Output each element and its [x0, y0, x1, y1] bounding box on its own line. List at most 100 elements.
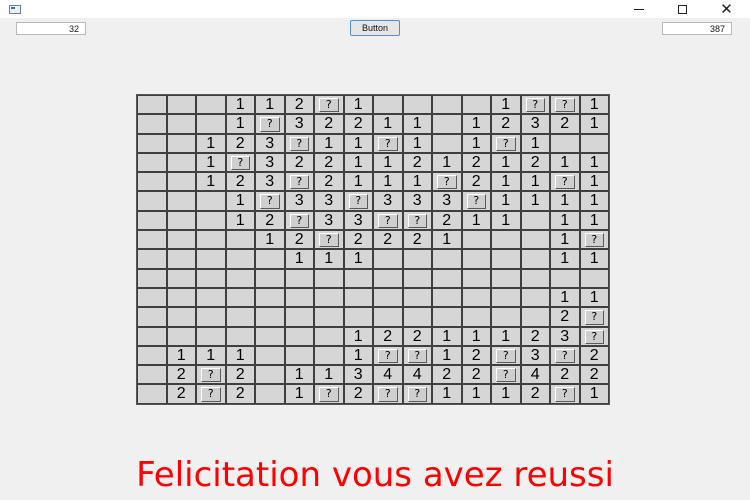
empty-cell[interactable]	[137, 268, 167, 288]
empty-cell[interactable]	[432, 307, 462, 327]
empty-cell[interactable]	[491, 287, 521, 308]
number-cell[interactable]: 1	[432, 345, 462, 366]
number-cell[interactable]: 2	[225, 384, 255, 404]
number-cell[interactable]: 1	[579, 114, 609, 134]
number-cell[interactable]: 1	[461, 210, 491, 231]
question-flag-cell[interactable]: ?	[461, 191, 491, 211]
empty-cell[interactable]	[137, 307, 167, 327]
number-cell[interactable]: 1	[491, 326, 521, 346]
empty-cell[interactable]	[373, 268, 403, 288]
empty-cell[interactable]	[284, 345, 314, 366]
number-cell[interactable]: 1	[284, 249, 314, 269]
empty-cell[interactable]	[166, 287, 196, 308]
number-cell[interactable]: 1	[550, 210, 580, 231]
number-cell[interactable]: 2	[166, 365, 196, 385]
question-flag-cell[interactable]: ?	[550, 95, 580, 115]
number-cell[interactable]: 1	[373, 172, 403, 192]
number-cell[interactable]: 1	[225, 191, 255, 211]
empty-cell[interactable]	[225, 249, 255, 269]
question-flag-cell[interactable]: ?	[196, 384, 226, 404]
number-cell[interactable]: 1	[432, 326, 462, 346]
number-cell[interactable]: 1	[579, 95, 609, 115]
number-cell[interactable]: 1	[550, 249, 580, 269]
empty-cell[interactable]	[373, 287, 403, 308]
empty-cell[interactable]	[432, 268, 462, 288]
number-cell[interactable]: 3	[255, 172, 285, 192]
number-cell[interactable]: 2	[579, 345, 609, 366]
empty-cell[interactable]	[166, 191, 196, 211]
empty-cell[interactable]	[166, 210, 196, 231]
empty-cell[interactable]	[166, 172, 196, 192]
number-cell[interactable]: 2	[225, 133, 255, 153]
question-flag-cell[interactable]: ?	[314, 384, 344, 404]
number-cell[interactable]: 3	[373, 191, 403, 211]
number-cell[interactable]: 2	[402, 230, 432, 250]
empty-cell[interactable]	[461, 230, 491, 250]
number-cell[interactable]: 1	[491, 384, 521, 404]
empty-cell[interactable]	[255, 268, 285, 288]
empty-cell[interactable]	[137, 365, 167, 385]
number-cell[interactable]: 2	[402, 152, 432, 173]
empty-cell[interactable]	[579, 268, 609, 288]
number-cell[interactable]: 2	[550, 307, 580, 327]
question-flag-cell[interactable]: ?	[284, 210, 314, 231]
empty-cell[interactable]	[550, 133, 580, 153]
number-cell[interactable]: 3	[314, 210, 344, 231]
number-cell[interactable]: 1	[343, 345, 373, 366]
empty-cell[interactable]	[137, 249, 167, 269]
empty-cell[interactable]	[225, 287, 255, 308]
number-cell[interactable]: 2	[343, 384, 373, 404]
empty-cell[interactable]	[432, 133, 462, 153]
number-cell[interactable]: 2	[550, 365, 580, 385]
number-cell[interactable]: 3	[550, 326, 580, 346]
number-cell[interactable]: 2	[432, 365, 462, 385]
empty-cell[interactable]	[461, 307, 491, 327]
number-cell[interactable]: 2	[461, 172, 491, 192]
number-cell[interactable]: 2	[343, 114, 373, 134]
empty-cell[interactable]	[137, 230, 167, 250]
number-cell[interactable]: 1	[343, 326, 373, 346]
empty-cell[interactable]	[137, 384, 167, 404]
number-cell[interactable]: 2	[550, 114, 580, 134]
empty-cell[interactable]	[255, 326, 285, 346]
close-button[interactable]: ✕	[704, 0, 749, 18]
number-cell[interactable]: 2	[461, 365, 491, 385]
empty-cell[interactable]	[373, 307, 403, 327]
number-cell[interactable]: 1	[373, 114, 403, 134]
question-flag-cell[interactable]: ?	[373, 345, 403, 366]
number-cell[interactable]: 1	[491, 191, 521, 211]
empty-cell[interactable]	[550, 268, 580, 288]
empty-cell[interactable]	[402, 307, 432, 327]
number-cell[interactable]: 1	[579, 172, 609, 192]
question-flag-cell[interactable]: ?	[343, 191, 373, 211]
empty-cell[interactable]	[284, 307, 314, 327]
empty-cell[interactable]	[432, 114, 462, 134]
question-flag-cell[interactable]: ?	[373, 210, 403, 231]
number-cell[interactable]: 3	[314, 191, 344, 211]
empty-cell[interactable]	[402, 95, 432, 115]
empty-cell[interactable]	[137, 210, 167, 231]
empty-cell[interactable]	[284, 326, 314, 346]
number-cell[interactable]: 1	[166, 345, 196, 366]
maximize-button[interactable]	[660, 0, 705, 18]
empty-cell[interactable]	[491, 230, 521, 250]
empty-cell[interactable]	[491, 307, 521, 327]
number-cell[interactable]: 3	[520, 114, 550, 134]
number-cell[interactable]: 1	[314, 249, 344, 269]
number-cell[interactable]: 2	[579, 365, 609, 385]
number-cell[interactable]: 1	[579, 152, 609, 173]
question-flag-cell[interactable]: ?	[491, 365, 521, 385]
question-flag-cell[interactable]: ?	[550, 345, 580, 366]
empty-cell[interactable]	[284, 268, 314, 288]
number-cell[interactable]: 4	[373, 365, 403, 385]
number-cell[interactable]: 1	[579, 210, 609, 231]
number-cell[interactable]: 2	[255, 210, 285, 231]
question-flag-cell[interactable]: ?	[402, 345, 432, 366]
number-cell[interactable]: 2	[402, 326, 432, 346]
number-cell[interactable]: 1	[550, 287, 580, 308]
number-cell[interactable]: 3	[402, 191, 432, 211]
empty-cell[interactable]	[520, 210, 550, 231]
number-cell[interactable]: 1	[520, 172, 550, 192]
empty-cell[interactable]	[137, 152, 167, 173]
question-flag-cell[interactable]: ?	[579, 230, 609, 250]
